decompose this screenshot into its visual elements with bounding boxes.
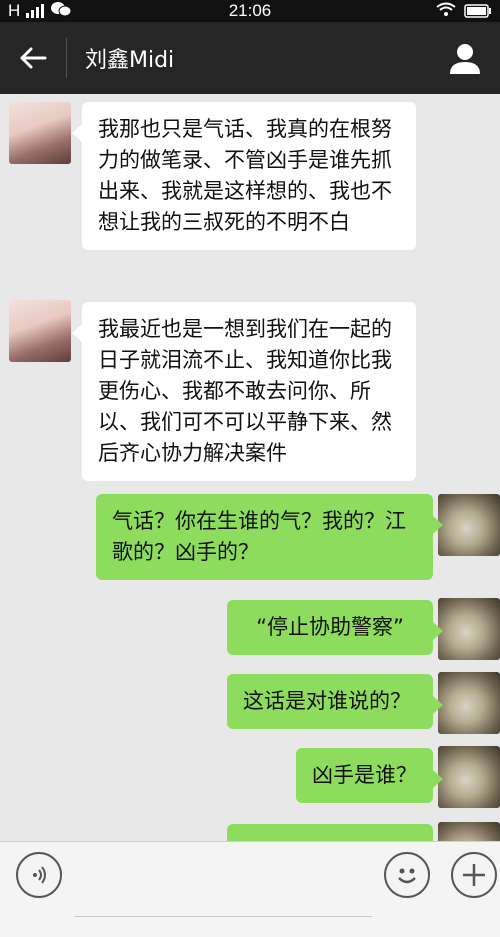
message-bubble[interactable]: 凶手是谁？ <box>296 748 443 803</box>
chat-header: 刘鑫Midi <box>0 22 500 94</box>
bubble-tail <box>72 324 82 342</box>
title-divider <box>66 38 67 78</box>
status-time: 21:06 <box>228 1 272 20</box>
message-received: 我那也只是气话、我真的在根努力的做笔录、不管凶手是谁先抓出来、我就是这样想的、我… <box>0 94 500 284</box>
bubble-tail <box>433 622 443 640</box>
my-avatar[interactable] <box>438 598 500 660</box>
person-icon <box>450 44 480 74</box>
my-avatar[interactable] <box>438 746 500 808</box>
my-avatar[interactable] <box>438 822 500 841</box>
message-sent <box>0 822 500 841</box>
bubble-tail <box>72 124 82 142</box>
battery-icon <box>464 3 492 23</box>
back-arrow-icon <box>20 47 47 69</box>
bubble-tail <box>433 696 443 714</box>
emoji-icon <box>398 868 416 884</box>
wifi-icon <box>436 2 456 23</box>
chat-area[interactable]: 我那也只是气话、我真的在根努力的做笔录、不管凶手是谁先抓出来、我就是这样想的、我… <box>0 94 500 841</box>
message-bubble[interactable]: 这话是对谁说的？ <box>227 674 443 729</box>
message-bubble[interactable]: 我最近也是一想到我们在一起的日子就泪流不止、我知道你比我更伤心、我都不敢去问你、… <box>72 302 416 481</box>
status-bar: H 21:06 <box>0 0 500 22</box>
message-bubble[interactable]: “停止协助警察” <box>227 600 443 655</box>
contact-avatar[interactable] <box>9 300 71 362</box>
profile-button[interactable] <box>430 22 500 94</box>
message-text: 我那也只是气话、我真的在根努力的做笔录、不管凶手是谁先抓出来、我就是这样想的、我… <box>98 117 392 234</box>
message-text: 我最近也是一想到我们在一起的日子就泪流不止、我知道你比我更伤心、我都不敢去问你、… <box>98 317 392 465</box>
voice-button[interactable] <box>16 852 62 898</box>
bubble-tail <box>433 516 443 534</box>
voice-icon <box>33 866 46 884</box>
message-sent: “停止协助警察” <box>0 598 500 660</box>
plus-icon <box>463 864 485 886</box>
message-sent: 凶手是谁？ <box>0 746 500 808</box>
message-text: “停止协助警察” <box>256 615 404 639</box>
back-button[interactable] <box>0 22 66 94</box>
add-button[interactable] <box>451 852 497 898</box>
message-received: 我最近也是一想到我们在一起的日子就泪流不止、我知道你比我更伤心、我都不敢去问你、… <box>0 294 500 484</box>
message-text: 凶手是谁？ <box>312 763 417 787</box>
message-bubble[interactable] <box>227 824 433 841</box>
message-input[interactable] <box>74 916 372 917</box>
emoji-button[interactable] <box>384 852 430 898</box>
message-bubble[interactable]: 气话？你在生谁的气？我的？江歌的？凶手的？ <box>96 494 443 580</box>
input-bar <box>0 841 500 937</box>
message-sent: 这话是对谁说的？ <box>0 672 500 734</box>
message-sent: 气话？你在生谁的气？我的？江歌的？凶手的？ <box>0 492 500 587</box>
contact-avatar[interactable] <box>9 102 71 164</box>
my-avatar[interactable] <box>438 494 500 556</box>
status-right <box>436 2 492 23</box>
message-text: 气话？你在生谁的气？我的？江歌的？凶手的？ <box>112 509 406 564</box>
message-bubble[interactable]: 我那也只是气话、我真的在根努力的做笔录、不管凶手是谁先抓出来、我就是这样想的、我… <box>72 102 416 250</box>
bubble-tail <box>433 770 443 788</box>
message-text: 这话是对谁说的？ <box>243 689 411 713</box>
my-avatar[interactable] <box>438 672 500 734</box>
chat-title: 刘鑫Midi <box>85 48 175 73</box>
